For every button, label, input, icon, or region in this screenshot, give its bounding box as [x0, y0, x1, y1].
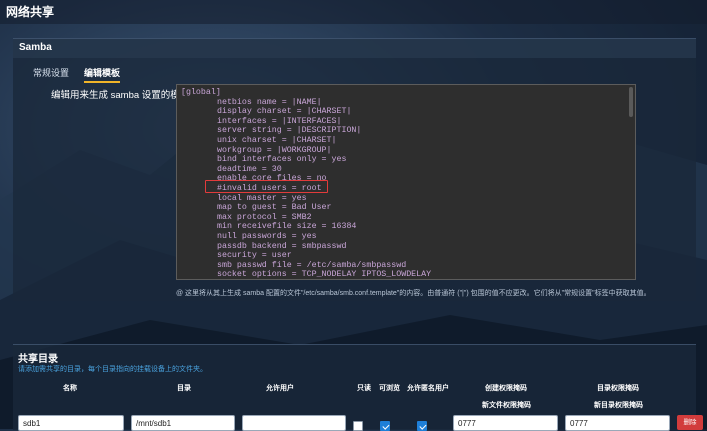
samba-panel: Samba 常规设置 编辑模板 编辑用来生成 samba 设置的模板 [glob… — [13, 38, 696, 301]
share-directory-panel: 共享目录 请添加需共享的目录，每个目录指向的挂载设备上的文件夹。 名称 目录 允… — [13, 344, 703, 431]
guest-checkbox[interactable] — [417, 421, 427, 431]
template-hint-text: @ 这里将从其上生成 samba 配置的文件"/etc/samba/smb.co… — [176, 290, 651, 297]
page-title: 网络共享 — [6, 5, 55, 19]
editor-line: deadtime = 30 — [217, 164, 282, 174]
window-titlebar: 网络共享 — [0, 0, 707, 24]
editor-line: interfaces = |INTERFACES| — [217, 116, 342, 126]
editor-line: unix charset = |CHARSET| — [217, 135, 337, 145]
col-header-browseable: 可浏览 — [379, 385, 400, 392]
col-header-create-mask: 创建权限掩码 — [485, 385, 527, 392]
col-header-guest: 允许匿名用户 — [407, 385, 449, 392]
col-header-name: 名称 — [63, 385, 77, 392]
editor-line: security = user — [217, 251, 292, 261]
template-field-label: 编辑用来生成 samba 设置的模板 — [51, 90, 190, 101]
editor-line: local master = yes — [217, 193, 307, 203]
editor-line: workgroup = |WORKGROUP| — [217, 145, 332, 155]
browseable-checkbox[interactable] — [380, 421, 390, 431]
editor-line: null passwords = yes — [217, 231, 317, 241]
share-section-title: 共享目录 — [18, 354, 58, 365]
tab-general-settings[interactable]: 常规设置 — [33, 66, 69, 79]
template-editor[interactable]: [global] netbios name = |NAME| display c… — [176, 84, 636, 280]
highlight-annotation-box — [205, 180, 328, 193]
col-header-dir-mask: 目录权限掩码 — [597, 385, 639, 392]
readonly-checkbox[interactable] — [353, 421, 363, 431]
editor-line: passdb backend = smbpasswd — [217, 241, 347, 251]
editor-line: server string = |DESCRIPTION| — [217, 126, 362, 136]
editor-line: [global] — [181, 88, 221, 97]
editor-line: max protocol = SMB2 — [217, 212, 312, 222]
tab-edit-template[interactable]: 编辑模板 — [84, 66, 121, 83]
editor-line: netbios name = |NAME| — [217, 97, 322, 107]
col-subheader-dir-mask: 新目录权限掩码 — [594, 402, 643, 409]
delete-row-button[interactable]: 删除 — [677, 415, 703, 430]
editor-scrollbar[interactable] — [629, 87, 633, 117]
editor-line: display charset = |CHARSET| — [217, 107, 352, 117]
col-header-users: 允许用户 — [266, 385, 294, 392]
editor-line: smb passwd file = /etc/samba/smbpasswd — [217, 260, 407, 270]
editor-line: map to guest = Bad User — [217, 203, 332, 213]
col-subheader-create-mask: 新文件权限掩码 — [482, 402, 531, 409]
samba-panel-title: Samba — [13, 39, 696, 58]
editor-line: min receivefile size = 16384 — [217, 222, 357, 232]
editor-line: bind interfaces only = yes — [217, 155, 347, 165]
col-header-path: 目录 — [177, 385, 191, 392]
col-header-readonly: 只读 — [357, 385, 371, 392]
editor-line: socket options = TCP_NODELAY IPTOS_LOWDE… — [217, 270, 432, 280]
share-section-description: 请添加需共享的目录，每个目录指向的挂载设备上的文件夹。 — [18, 366, 207, 373]
